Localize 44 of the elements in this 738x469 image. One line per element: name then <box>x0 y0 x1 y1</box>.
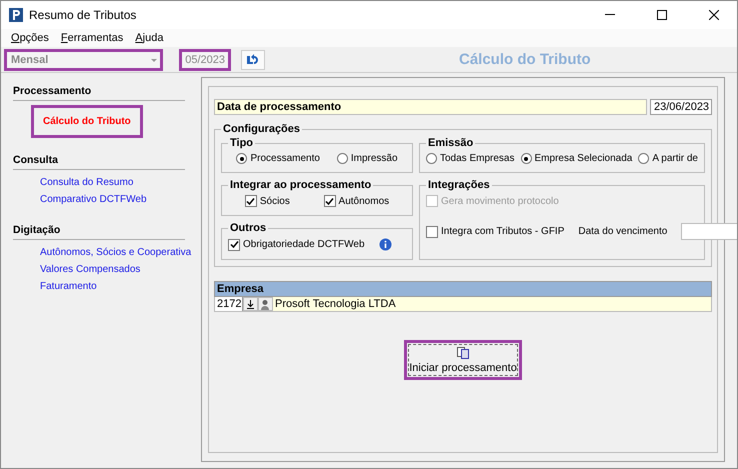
radio-option[interactable]: Processamento <box>236 153 320 164</box>
issue-group: Emissão Todas Empresas Empresa Selecionada A partir de <box>419 137 705 173</box>
field-label: Data do vencimento <box>578 226 668 237</box>
check-icon <box>246 196 256 206</box>
panel-title: Cálculo do Tributo <box>459 51 591 68</box>
nav-link[interactable]: Valores Compensados <box>40 261 140 278</box>
refresh-icon <box>246 54 260 66</box>
download-icon[interactable] <box>243 297 258 311</box>
person-search-icon[interactable] <box>258 297 273 311</box>
radio-option[interactable]: Impressão <box>336 153 398 164</box>
menu-item[interactable]: Ajuda <box>135 32 164 44</box>
checkbox[interactable]: Obrigatoriedade DCTFWeb <box>228 238 365 250</box>
nav-link[interactable]: Comparativo DCTFWeb <box>40 191 147 208</box>
integration-group: Integrar ao processamento Sócios Autônomos <box>221 179 413 216</box>
company-header: Empresa <box>214 281 712 297</box>
start-button[interactable]: Iniciar processamento <box>404 340 522 380</box>
app-logo-icon <box>9 8 23 22</box>
checkbox[interactable]: Sócios <box>244 195 290 207</box>
radio-option[interactable]: Empresa Selecionada <box>520 153 632 164</box>
nav-link[interactable]: Consulta do Resumo <box>40 174 134 191</box>
check-icon <box>230 240 238 249</box>
menu-item[interactable]: Opções <box>11 32 49 44</box>
due-date-field[interactable] <box>681 223 737 240</box>
type-group: Tipo Processamento Impressão <box>221 137 413 173</box>
refresh-button[interactable] <box>241 50 265 70</box>
date-field[interactable]: 23/06/2023 <box>650 99 712 115</box>
nav-link[interactable]: Autônomos, Sócios e Cooperativa <box>40 244 192 261</box>
nav-link[interactable]: Faturamento <box>40 278 97 295</box>
check-icon <box>325 196 334 206</box>
radio-option[interactable]: Todas Empresas <box>426 153 514 164</box>
field-label: Data de processamento <box>214 99 647 115</box>
window-title: Resumo de Tributos <box>29 8 138 22</box>
other-group: Outros Obrigatoriedade DCTFWeb <box>221 222 413 260</box>
section-heading: Consulta <box>13 154 185 170</box>
section-heading: Processamento <box>13 85 185 101</box>
company-name: Prosoft Tecnologia LTDA <box>274 298 396 310</box>
menu-item[interactable]: Ferramentas <box>60 32 124 44</box>
checkbox[interactable]: Integra com Tributos - GFIP <box>426 226 564 238</box>
info-icon[interactable] <box>378 238 392 251</box>
company-code-field[interactable]: 2172 <box>215 297 243 311</box>
checkbox[interactable]: Autônomos <box>324 195 390 207</box>
documents-icon <box>457 347 469 359</box>
radio-option[interactable]: A partir de <box>638 153 698 164</box>
section-heading: Digitação <box>13 224 185 240</box>
